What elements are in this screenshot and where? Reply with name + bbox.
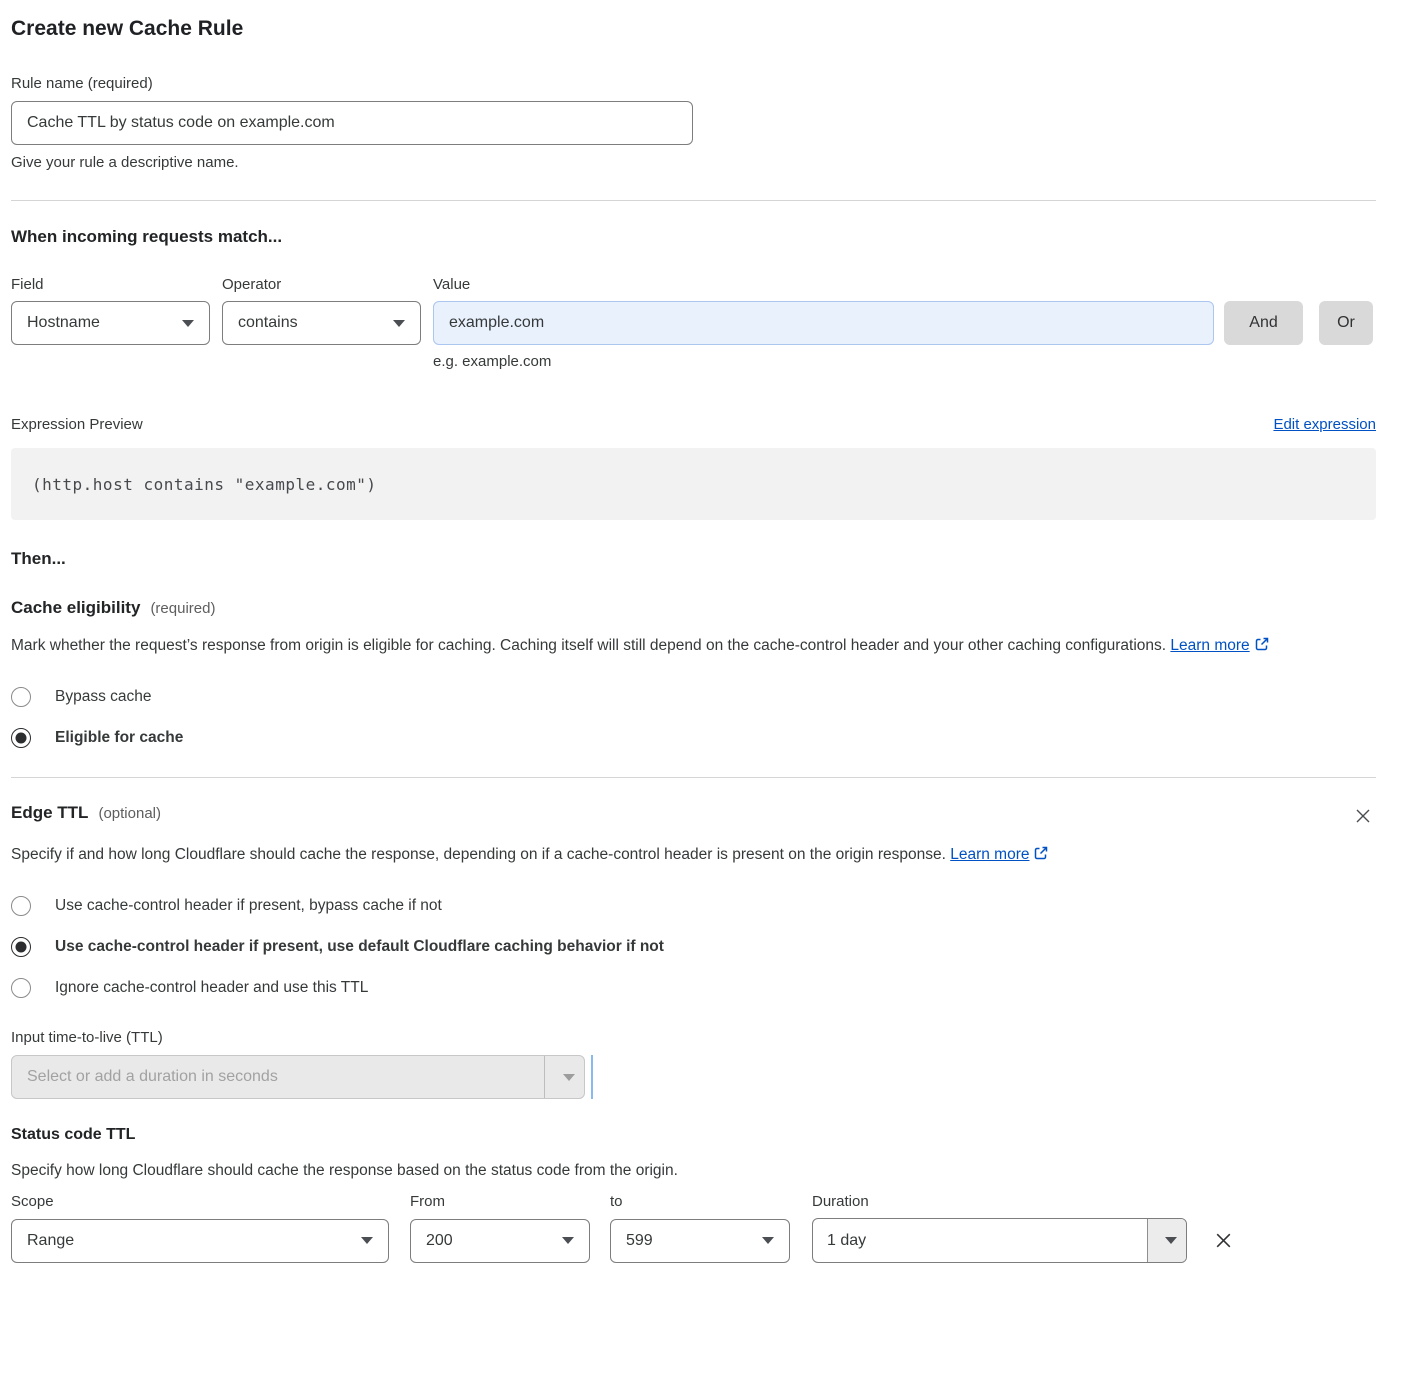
ttl-duration-select[interactable]: Select or add a duration in seconds — [11, 1055, 585, 1099]
chevron-down-icon — [762, 1237, 774, 1244]
match-controls-row: Hostname contains And Or — [11, 301, 1376, 345]
learn-more-link[interactable]: Learn more — [1170, 637, 1249, 654]
edge-ttl-description: Specify if and how long Cloudflare shoul… — [11, 840, 1116, 869]
radio-label: Ignore cache-control header and use this… — [55, 979, 368, 997]
edge-ttl-heading: Edge TTL — [11, 803, 88, 823]
scope-select-value: Range — [27, 1232, 74, 1250]
edge-ttl-qualifier: (optional) — [98, 805, 161, 822]
scope-label: Scope — [11, 1193, 410, 1210]
value-hint: e.g. example.com — [433, 353, 1376, 370]
and-button[interactable]: And — [1224, 301, 1303, 345]
cache-eligibility-description: Mark whether the request’s response from… — [11, 631, 1356, 660]
section-divider — [11, 200, 1376, 201]
radio-cache-control-bypass[interactable]: Use cache-control header if present, byp… — [11, 896, 1376, 916]
radio-cache-control-default[interactable]: Use cache-control header if present, use… — [11, 937, 1376, 957]
caret-glyph — [1165, 1237, 1177, 1244]
from-select[interactable]: 200 — [410, 1219, 590, 1263]
radio-icon[interactable] — [11, 978, 31, 998]
or-button[interactable]: Or — [1319, 301, 1373, 345]
edge-ttl-description-text: Specify if and how long Cloudflare shoul… — [11, 846, 950, 863]
field-select[interactable]: Hostname — [11, 301, 210, 345]
ttl-select-row: Select or add a duration in seconds — [11, 1055, 1376, 1099]
learn-more-link[interactable]: Learn more — [950, 846, 1029, 863]
operator-label: Operator — [222, 276, 433, 293]
radio-icon[interactable] — [11, 728, 31, 748]
field-label: Field — [11, 276, 222, 293]
chevron-down-icon — [393, 320, 405, 327]
caret-glyph — [563, 1074, 575, 1081]
to-select-value: 599 — [626, 1232, 653, 1250]
to-select[interactable]: 599 — [610, 1219, 790, 1263]
field-select-value: Hostname — [27, 314, 100, 332]
radio-ignore-cache-control[interactable]: Ignore cache-control header and use this… — [11, 978, 1376, 998]
status-code-ttl-description: Specify how long Cloudflare should cache… — [11, 1162, 1376, 1180]
radio-label: Use cache-control header if present, use… — [55, 938, 664, 956]
operator-select[interactable]: contains — [222, 301, 421, 345]
radio-bypass-cache[interactable]: Bypass cache — [11, 687, 1376, 707]
radio-icon[interactable] — [11, 937, 31, 957]
edit-expression-link[interactable]: Edit expression — [1273, 416, 1376, 433]
from-label: From — [410, 1193, 610, 1210]
duration-select[interactable]: 1 day — [812, 1218, 1187, 1263]
cache-eligibility-description-text: Mark whether the request’s response from… — [11, 637, 1170, 654]
to-label: to — [610, 1193, 812, 1210]
chevron-down-icon — [562, 1237, 574, 1244]
cache-eligibility-heading-row: Cache eligibility (required) — [11, 598, 1376, 618]
chevron-down-icon[interactable] — [544, 1056, 584, 1098]
delete-row-icon[interactable] — [1211, 1228, 1236, 1253]
page-title: Create new Cache Rule — [11, 16, 1376, 42]
scope-select[interactable]: Range — [11, 1219, 389, 1263]
close-icon[interactable] — [1352, 805, 1374, 827]
rule-name-input[interactable] — [11, 101, 693, 145]
radio-eligible-for-cache[interactable]: Eligible for cache — [11, 728, 1376, 748]
edge-ttl-heading-group: Edge TTL (optional) — [11, 803, 161, 823]
external-link-icon — [1033, 845, 1049, 861]
radio-icon[interactable] — [11, 687, 31, 707]
operator-select-value: contains — [238, 314, 298, 332]
then-heading: Then... — [11, 549, 1376, 569]
section-divider — [11, 777, 1376, 778]
radio-label: Bypass cache — [55, 688, 152, 706]
radio-label: Use cache-control header if present, byp… — [55, 897, 442, 915]
rule-name-help: Give your rule a descriptive name. — [11, 154, 1376, 171]
ttl-input-label: Input time-to-live (TTL) — [11, 1029, 1376, 1046]
create-cache-rule-form: Create new Cache Rule Rule name (require… — [0, 0, 1412, 1283]
value-input[interactable] — [433, 301, 1214, 345]
rule-name-label: Rule name (required) — [11, 75, 1376, 92]
text-cursor — [591, 1055, 593, 1099]
match-column-labels: Field Operator Value — [11, 276, 1376, 293]
radio-label: Eligible for cache — [55, 729, 183, 747]
radio-icon[interactable] — [11, 896, 31, 916]
duration-label: Duration — [812, 1193, 869, 1210]
status-code-controls-row: Range 200 599 1 day — [11, 1218, 1376, 1263]
chevron-down-icon — [361, 1237, 373, 1244]
status-code-column-labels: Scope From to Duration — [11, 1193, 1376, 1210]
ttl-duration-placeholder: Select or add a duration in seconds — [12, 1056, 544, 1098]
match-heading: When incoming requests match... — [11, 227, 1376, 247]
expression-preview-label: Expression Preview — [11, 416, 143, 433]
external-link-icon — [1254, 636, 1270, 652]
from-select-value: 200 — [426, 1232, 453, 1250]
value-label: Value — [433, 276, 1214, 293]
cache-eligibility-heading: Cache eligibility — [11, 598, 140, 618]
status-code-ttl-heading: Status code TTL — [11, 1126, 1376, 1144]
edge-ttl-heading-row: Edge TTL (optional) — [11, 803, 1376, 827]
cache-eligibility-qualifier: (required) — [150, 600, 215, 617]
expression-code: (http.host contains "example.com") — [11, 448, 1376, 520]
duration-select-value: 1 day — [813, 1219, 1147, 1262]
chevron-down-icon[interactable] — [1147, 1219, 1186, 1262]
chevron-down-icon — [182, 320, 194, 327]
expression-preview-row: Expression Preview Edit expression — [11, 416, 1376, 433]
